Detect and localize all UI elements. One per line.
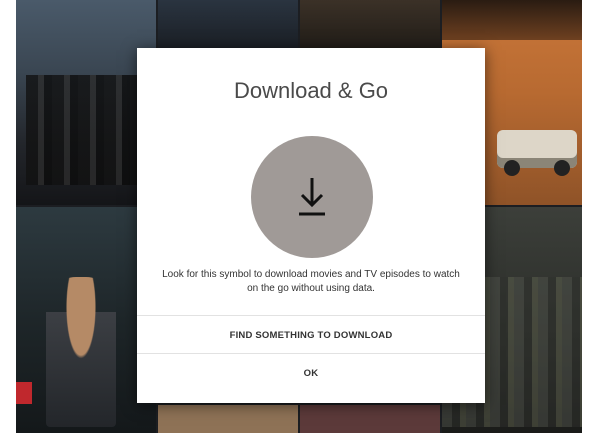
download-and-go-dialog: Download & Go Look for this symbol to do… xyxy=(137,48,485,403)
ok-button[interactable]: OK xyxy=(137,356,485,392)
poster-tile[interactable] xyxy=(16,0,156,205)
divider xyxy=(137,315,485,316)
poster-tile[interactable] xyxy=(158,405,298,433)
download-icon xyxy=(299,178,325,216)
divider xyxy=(137,353,485,354)
screen: Download & Go Look for this symbol to do… xyxy=(0,0,597,433)
poster-tile[interactable] xyxy=(16,207,156,433)
find-something-to-download-button[interactable]: FIND SOMETHING TO DOWNLOAD xyxy=(137,318,485,354)
dialog-title: Download & Go xyxy=(233,78,389,103)
poster-art xyxy=(554,160,570,176)
poster-tile[interactable] xyxy=(300,405,440,433)
poster-art xyxy=(16,382,32,404)
poster-art xyxy=(442,0,582,40)
dialog-description: Look for this symbol to download movies … xyxy=(162,269,460,294)
poster-art xyxy=(26,75,146,185)
poster-art xyxy=(46,277,116,427)
poster-art xyxy=(504,160,520,176)
download-icon-circle xyxy=(251,136,373,258)
